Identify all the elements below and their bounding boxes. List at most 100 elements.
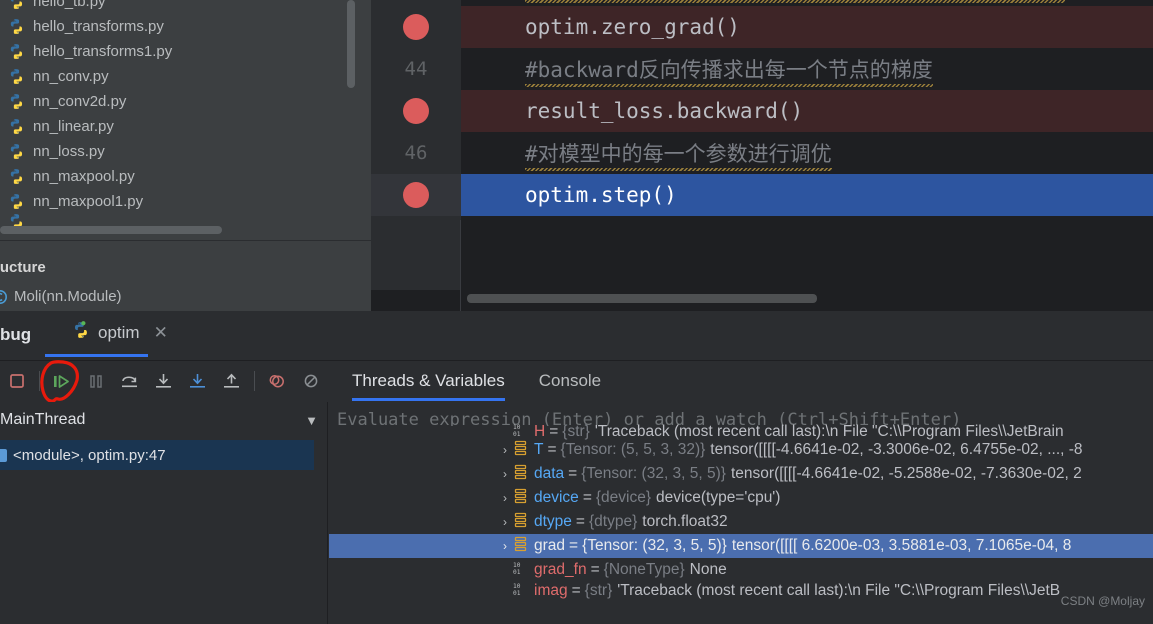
view-breakpoints-button[interactable]: [260, 364, 294, 398]
frame-list[interactable]: <module>, optim.py:47: [0, 440, 328, 470]
variable-row[interactable]: 10 01 H = {str} 'Traceback (most recent call …: [329, 423, 1153, 440]
file-list-item[interactable]: nn_maxpool1.py: [0, 189, 371, 214]
breakpoint-icon[interactable]: [403, 14, 429, 40]
variable-equals: =: [569, 537, 579, 554]
breakpoint-icon[interactable]: [403, 182, 429, 208]
code-line[interactable]: optim.step(): [371, 174, 1153, 216]
file-list-item[interactable]: nn_conv.py: [0, 64, 371, 89]
variable-type: {dtype}: [588, 513, 638, 530]
code-line[interactable]: optim.zero_grad(): [371, 6, 1153, 48]
variable-row[interactable]: 10 01 grad_fn = {NoneType} None: [329, 558, 1153, 582]
debug-window-title: bug: [0, 325, 32, 344]
line-number[interactable]: 46: [371, 132, 461, 174]
svg-text:01: 01: [513, 569, 521, 576]
variable-equals: =: [590, 561, 600, 578]
breakpoint-icon[interactable]: [403, 98, 429, 124]
tab-console[interactable]: Console: [539, 361, 601, 401]
chevron-right-icon[interactable]: ›: [497, 467, 513, 481]
file-list-item[interactable]: hello_transforms.py: [0, 14, 371, 39]
frames-panel-border: [327, 402, 328, 624]
variable-equals: =: [547, 441, 557, 458]
variables-tree[interactable]: 10 01 H = {str} 'Traceback (most recent call …: [329, 423, 1153, 612]
code-line[interactable]: result_loss.backward(): [371, 90, 1153, 132]
variable-row[interactable]: 10 01 imag = {str} 'Traceback (most recent ca…: [329, 582, 1153, 600]
python-file-icon: [8, 68, 25, 85]
structure-panel: ructure Moli(nn.Module): [0, 240, 371, 311]
structure-panel-title: ructure: [0, 259, 46, 276]
variable-row[interactable]: › dtype = {dtype} torch.float32: [329, 510, 1153, 534]
python-file-icon: [8, 0, 25, 10]
code-comment: #backward反向传播求出每一个节点的梯度: [525, 54, 933, 87]
variable-value: tensor([[[[ 6.6200e-03, 3.5881e-03, 7.10…: [731, 537, 1072, 554]
project-file-tree[interactable]: hello_tb.pyhello_tb.pyhello_transforms.p…: [0, 0, 371, 240]
editor-code-area[interactable]: optim.zero_grad() 44 #backward反向传播求出每一个节点的…: [371, 6, 1153, 311]
variable-equals: =: [575, 513, 585, 530]
variable-row[interactable]: › data = {Tensor: (32, 3, 5, 5)} tensor([[[[…: [329, 462, 1153, 486]
code-line-text[interactable]: #backward反向传播求出每一个节点的梯度: [461, 48, 1153, 90]
variable-row[interactable]: › T = {Tensor: (5, 5, 3, 32)} tensor([[[[-4.…: [329, 438, 1153, 462]
resume-button[interactable]: [45, 364, 79, 398]
chevron-down-icon: ▼: [305, 412, 318, 428]
file-list: hello_tb.pyhello_tb.pyhello_transforms.p…: [0, 0, 371, 228]
debug-content-tabs[interactable]: Threads & Variables Console: [330, 361, 1153, 401]
chevron-right-icon[interactable]: ›: [497, 515, 513, 529]
svg-text:10: 10: [513, 583, 521, 590]
mute-breakpoints-button[interactable]: [294, 364, 328, 398]
tab-threads-and-variables-label: Threads & Variables: [352, 371, 505, 390]
code-line-text[interactable]: optim.step(): [461, 174, 1153, 216]
toolbar-separator-2: [254, 371, 255, 391]
file-list-item[interactable]: nn_conv2d.py: [0, 89, 371, 114]
variable-value: 'Traceback (most recent call last):\n Fi…: [617, 582, 1061, 599]
debug-session-tab-optim[interactable]: optim ✕: [72, 321, 168, 344]
pause-button[interactable]: [79, 364, 113, 398]
frame-list-item[interactable]: <module>, optim.py:47: [0, 440, 314, 470]
python-file-icon: [8, 143, 25, 160]
file-tree-horizontal-scrollbar[interactable]: [0, 226, 222, 234]
code-line[interactable]: 44 #backward反向传播求出每一个节点的梯度: [371, 48, 1153, 90]
variable-type: {str}: [562, 423, 590, 440]
variable-name: dtype: [534, 513, 572, 530]
variable-value: device(type='cpu'): [656, 489, 781, 506]
breakpoint-marker[interactable]: [371, 174, 461, 216]
variable-row[interactable]: › grad = {Tensor: (32, 3, 5, 5)} tensor([[[[…: [329, 534, 1153, 558]
svg-text:01: 01: [513, 590, 521, 597]
file-list-item[interactable]: hello_tb.py: [0, 0, 371, 14]
thread-selector[interactable]: MainThread ▼: [0, 402, 328, 438]
chevron-right-icon[interactable]: ›: [497, 443, 513, 457]
tab-threads-and-variables[interactable]: Threads & Variables: [352, 361, 505, 401]
file-list-item[interactable]: hello_transforms1.py: [0, 39, 371, 64]
step-over-button[interactable]: [113, 364, 147, 398]
step-into-button[interactable]: [147, 364, 181, 398]
stop-button[interactable]: [0, 364, 34, 398]
editor-horizontal-scrollbar[interactable]: [467, 294, 817, 303]
code-line-text[interactable]: #对模型中的每一个参数进行调优: [461, 132, 1153, 174]
file-list-item[interactable]: nn_linear.py: [0, 114, 371, 139]
step-out-button[interactable]: [215, 364, 249, 398]
debugger-toolbar[interactable]: [0, 361, 347, 401]
chevron-right-icon[interactable]: ›: [497, 491, 513, 505]
code-line-text[interactable]: result_loss.backward(): [461, 90, 1153, 132]
structure-item-moli[interactable]: Moli(nn.Module): [0, 288, 371, 305]
code-editor[interactable]: optim.zero_grad() 44 #backward反向传播求出每一个节点的…: [371, 0, 1153, 311]
file-list-item[interactable]: nn_maxpool.py: [0, 164, 371, 189]
code-line-text[interactable]: optim.zero_grad(): [461, 6, 1153, 48]
python-file-icon: [8, 43, 25, 60]
file-list-item[interactable]: nn_loss.py: [0, 139, 371, 164]
variable-type: {str}: [584, 582, 613, 599]
line-number[interactable]: 44: [371, 48, 461, 90]
chevron-right-icon[interactable]: ›: [497, 539, 513, 553]
python-file-icon: [8, 93, 25, 110]
file-list-item-label: hello_transforms.py: [33, 18, 164, 35]
breakpoint-marker[interactable]: [371, 6, 461, 48]
file-list-item-label: nn_maxpool1.py: [33, 193, 144, 210]
breakpoint-marker[interactable]: [371, 90, 461, 132]
variable-row[interactable]: › device = {device} device(type='cpu'): [329, 486, 1153, 510]
code-statement: result_loss.backward(): [525, 99, 804, 123]
close-icon[interactable]: ✕: [154, 323, 168, 343]
file-tree-vertical-scrollbar[interactable]: [347, 0, 355, 88]
object-var-icon: [513, 512, 529, 533]
variable-type: {device}: [595, 489, 652, 506]
class-icon: [0, 289, 8, 305]
force-step-into-button[interactable]: [181, 364, 215, 398]
code-line[interactable]: 46 #对模型中的每一个参数进行调优: [371, 132, 1153, 174]
